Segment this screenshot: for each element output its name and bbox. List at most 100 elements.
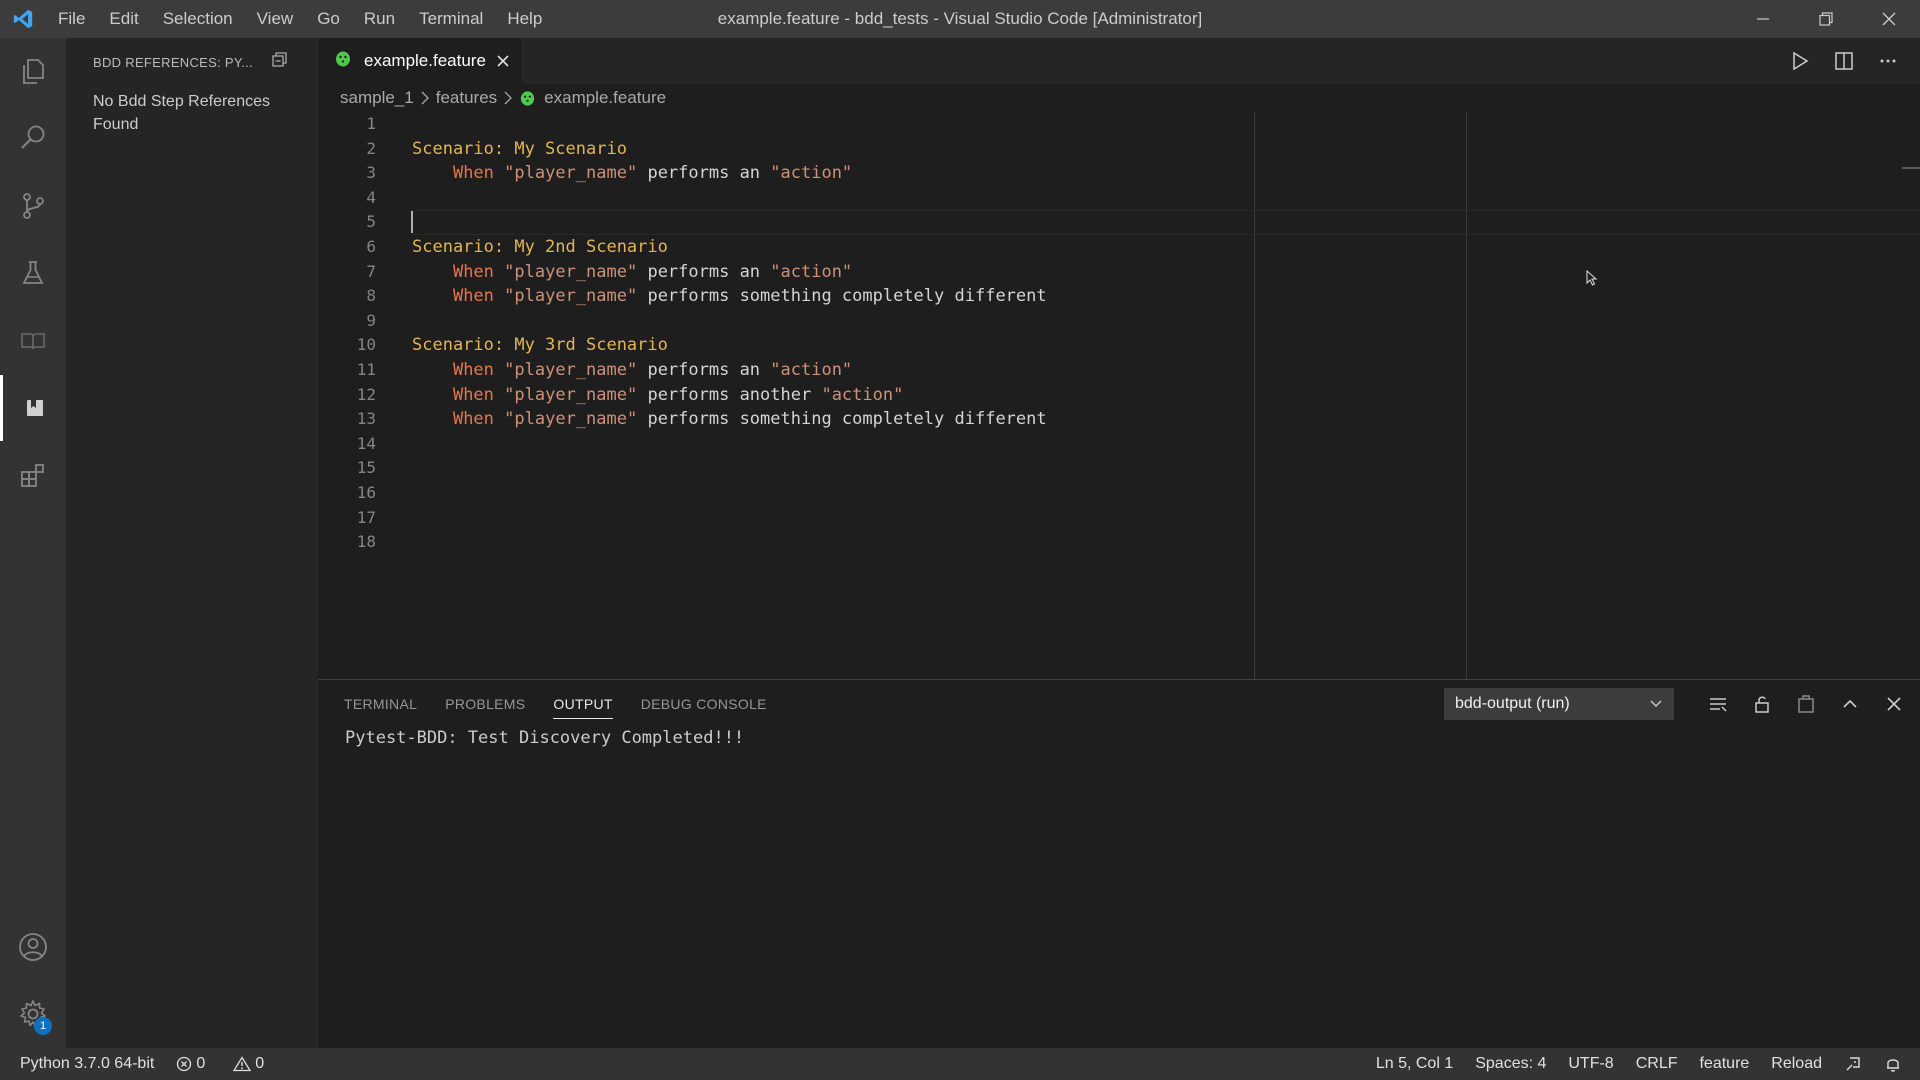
panel-actions xyxy=(1696,688,1916,720)
settings-badge: 1 xyxy=(34,1017,52,1035)
editor-tabs: example.feature xyxy=(318,38,1920,84)
code-line: When "player_name" performs something co… xyxy=(412,284,1047,309)
maximize-panel-icon[interactable] xyxy=(1828,688,1872,720)
tab-example-feature[interactable]: example.feature xyxy=(318,38,522,84)
split-editor-icon[interactable] xyxy=(1822,38,1866,84)
code-line: When "player_name" performs another "act… xyxy=(412,383,903,408)
activity-bar: 1 xyxy=(0,38,66,1048)
code-token: "action" xyxy=(770,261,853,282)
python-interpreter[interactable]: Python 3.7.0 64-bit xyxy=(20,1055,154,1073)
code-token: When xyxy=(452,163,494,184)
output-channel-select[interactable]: bdd-output (run) xyxy=(1444,688,1674,720)
close-panel-icon[interactable] xyxy=(1872,688,1916,720)
panel-tab-output[interactable]: OUTPUT xyxy=(553,696,613,719)
code-token: When xyxy=(452,261,494,282)
line-number: 9 xyxy=(366,310,376,330)
problems-indicator[interactable]: 0 0 xyxy=(176,1055,286,1073)
breadcrumb-item[interactable]: example.feature xyxy=(544,88,666,108)
close-window-button[interactable] xyxy=(1857,0,1920,38)
search-icon[interactable] xyxy=(0,105,66,171)
line-number: 2 xyxy=(366,138,376,158)
more-actions-icon[interactable] xyxy=(1866,38,1910,84)
minimize-button[interactable] xyxy=(1731,0,1794,38)
menu-item-terminal[interactable]: Terminal xyxy=(407,0,495,38)
line-number: 4 xyxy=(366,187,376,207)
minimap-marker xyxy=(1902,167,1920,169)
run-icon[interactable] xyxy=(1778,38,1822,84)
extensions-icon[interactable] xyxy=(0,442,66,508)
cursor-position[interactable]: Ln 5, Col 1 xyxy=(1376,1055,1453,1073)
line-number: 12 xyxy=(356,384,376,404)
menu-item-help[interactable]: Help xyxy=(495,0,554,38)
menu-item-run[interactable]: Run xyxy=(352,0,407,38)
breadcrumb-item[interactable]: features xyxy=(436,88,497,108)
code-token: "action" xyxy=(821,384,904,405)
book-icon[interactable] xyxy=(0,308,66,374)
indentation[interactable]: Spaces: 4 xyxy=(1475,1055,1546,1073)
collapse-all-icon[interactable] xyxy=(271,51,289,72)
explorer-icon[interactable] xyxy=(0,38,66,104)
code-line: When "player_name" performs an "action" xyxy=(412,358,852,383)
code-token: "player_name" xyxy=(504,360,638,380)
panel-tab-terminal[interactable]: TERMINAL xyxy=(344,696,417,719)
code-token: "action" xyxy=(770,163,853,184)
settings-gear-icon[interactable]: 1 xyxy=(0,981,66,1047)
sidebar: BDD REFERENCES: PY... No Bdd Step Refere… xyxy=(66,38,318,1048)
notifications-bell-icon[interactable] xyxy=(1884,1055,1902,1073)
no-references-message: No Bdd Step References Found xyxy=(93,93,270,133)
menu-item-edit[interactable]: Edit xyxy=(97,0,150,38)
line-number: 7 xyxy=(366,261,376,281)
code-token: performs an xyxy=(637,261,771,282)
reload-button[interactable]: Reload xyxy=(1771,1055,1822,1073)
code-line: Scenario: My Scenario xyxy=(412,137,627,162)
sidebar-title: BDD REFERENCES: PY... xyxy=(93,54,253,70)
breadcrumb-item[interactable]: sample_1 xyxy=(340,88,414,108)
warning-icon xyxy=(233,1056,252,1072)
menu-item-file[interactable]: File xyxy=(46,0,97,38)
code-token: performs another xyxy=(637,384,822,405)
editor-actions xyxy=(1778,38,1910,84)
bottom-panel: TERMINAL PROBLEMS OUTPUT DEBUG CONSOLE bdd-… xyxy=(318,679,1920,1048)
restore-button[interactable] xyxy=(1794,0,1857,38)
testing-icon[interactable] xyxy=(0,240,66,306)
code-token: performs something completely different xyxy=(637,286,1047,307)
output-channel-value: bdd-output (run) xyxy=(1455,695,1570,712)
clear-output-icon[interactable] xyxy=(1696,688,1740,720)
warning-count: 0 xyxy=(255,1055,265,1072)
line-number: 5 xyxy=(366,212,376,232)
panel-tab-problems[interactable]: PROBLEMS xyxy=(445,696,525,719)
panel-tabs: TERMINAL PROBLEMS OUTPUT DEBUG CONSOLE xyxy=(344,696,795,719)
line-number: 1 xyxy=(366,114,376,133)
close-tab-icon[interactable] xyxy=(496,54,510,68)
line-number: 10 xyxy=(356,335,376,355)
language-mode[interactable]: feature xyxy=(1699,1055,1749,1073)
menu-bar: File Edit Selection View Go Run Terminal Help xyxy=(46,0,554,38)
end-of-line[interactable]: CRLF xyxy=(1636,1055,1678,1073)
line-number: 8 xyxy=(366,286,376,306)
feedback-icon[interactable] xyxy=(1844,1055,1862,1073)
vscode-logo-icon xyxy=(0,0,46,38)
code-line: Scenario: My 3rd Scenario xyxy=(412,333,668,358)
status-bar: Python 3.7.0 64-bit 0 0 Ln 5, Col 1 Spac… xyxy=(0,1048,1920,1080)
menu-item-view[interactable]: View xyxy=(245,0,306,38)
menu-item-selection[interactable]: Selection xyxy=(151,0,245,38)
open-in-editor-icon[interactable] xyxy=(1784,688,1828,720)
code-area[interactable]: Scenario: My Scenario When "player_name"… xyxy=(412,112,1920,679)
code-token: performs an xyxy=(637,163,771,184)
encoding[interactable]: UTF-8 xyxy=(1568,1055,1613,1073)
chevron-right-icon xyxy=(420,91,430,105)
bdd-references-icon[interactable] xyxy=(0,375,66,441)
panel-tab-debug-console[interactable]: DEBUG CONSOLE xyxy=(641,696,767,719)
lock-scroll-icon[interactable] xyxy=(1740,688,1784,720)
source-control-icon[interactable] xyxy=(0,173,66,239)
code-editor[interactable]: 1 2 3 4 5 6 7 8 9 10 11 12 13 14 15 16 17 18 Scenario: My… xyxy=(318,112,1920,679)
account-icon[interactable] xyxy=(0,914,66,980)
menu-item-go[interactable]: Go xyxy=(305,0,352,38)
